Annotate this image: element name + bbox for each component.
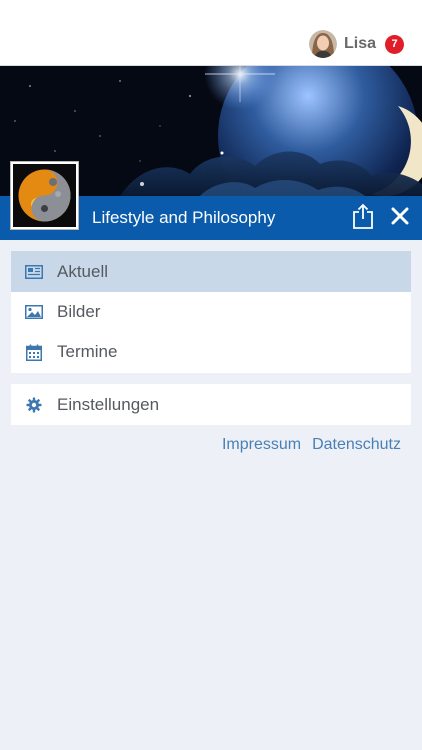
settings-menu: Einstellungen <box>11 384 411 425</box>
menu-item-label: Bilder <box>57 302 101 321</box>
main-menu: Aktuell Bilder Termine <box>11 251 411 373</box>
user-menu[interactable]: Lisa 7 <box>308 28 404 60</box>
user-avatar[interactable] <box>308 30 337 58</box>
share-icon <box>353 203 373 229</box>
menu-item-label: Aktuell <box>57 261 109 281</box>
menu-item-label: Einstellungen <box>57 394 160 414</box>
menu-item-label: Termine <box>57 342 118 361</box>
top-bar: Lisa 7 <box>0 0 422 66</box>
menu-item-einstellungen[interactable]: Einstellungen <box>11 384 411 425</box>
app-screen: Lisa 7 Lifestyle and Philosophy Aktuell … <box>0 0 422 750</box>
footer-links: Impressum Datenschutz <box>222 436 401 454</box>
datenschutz-link[interactable]: Datenschutz <box>312 436 401 454</box>
menu-item-termine[interactable]: Termine <box>11 332 411 372</box>
newspaper-icon <box>25 263 43 281</box>
image-icon <box>25 303 43 321</box>
impressum-link[interactable]: Impressum <box>222 436 301 454</box>
notification-badge[interactable]: 7 <box>385 34 404 54</box>
menu-item-bilder[interactable]: Bilder <box>11 292 411 332</box>
close-icon <box>391 207 409 225</box>
calendar-icon <box>25 343 43 361</box>
share-button[interactable] <box>350 201 376 231</box>
gear-icon <box>25 396 43 414</box>
user-name[interactable]: Lisa <box>344 35 376 53</box>
close-button[interactable] <box>388 204 412 228</box>
group-logo <box>10 161 79 230</box>
menu-item-aktuell[interactable]: Aktuell <box>11 251 411 292</box>
group-title: Lifestyle and Philosophy <box>92 208 276 227</box>
